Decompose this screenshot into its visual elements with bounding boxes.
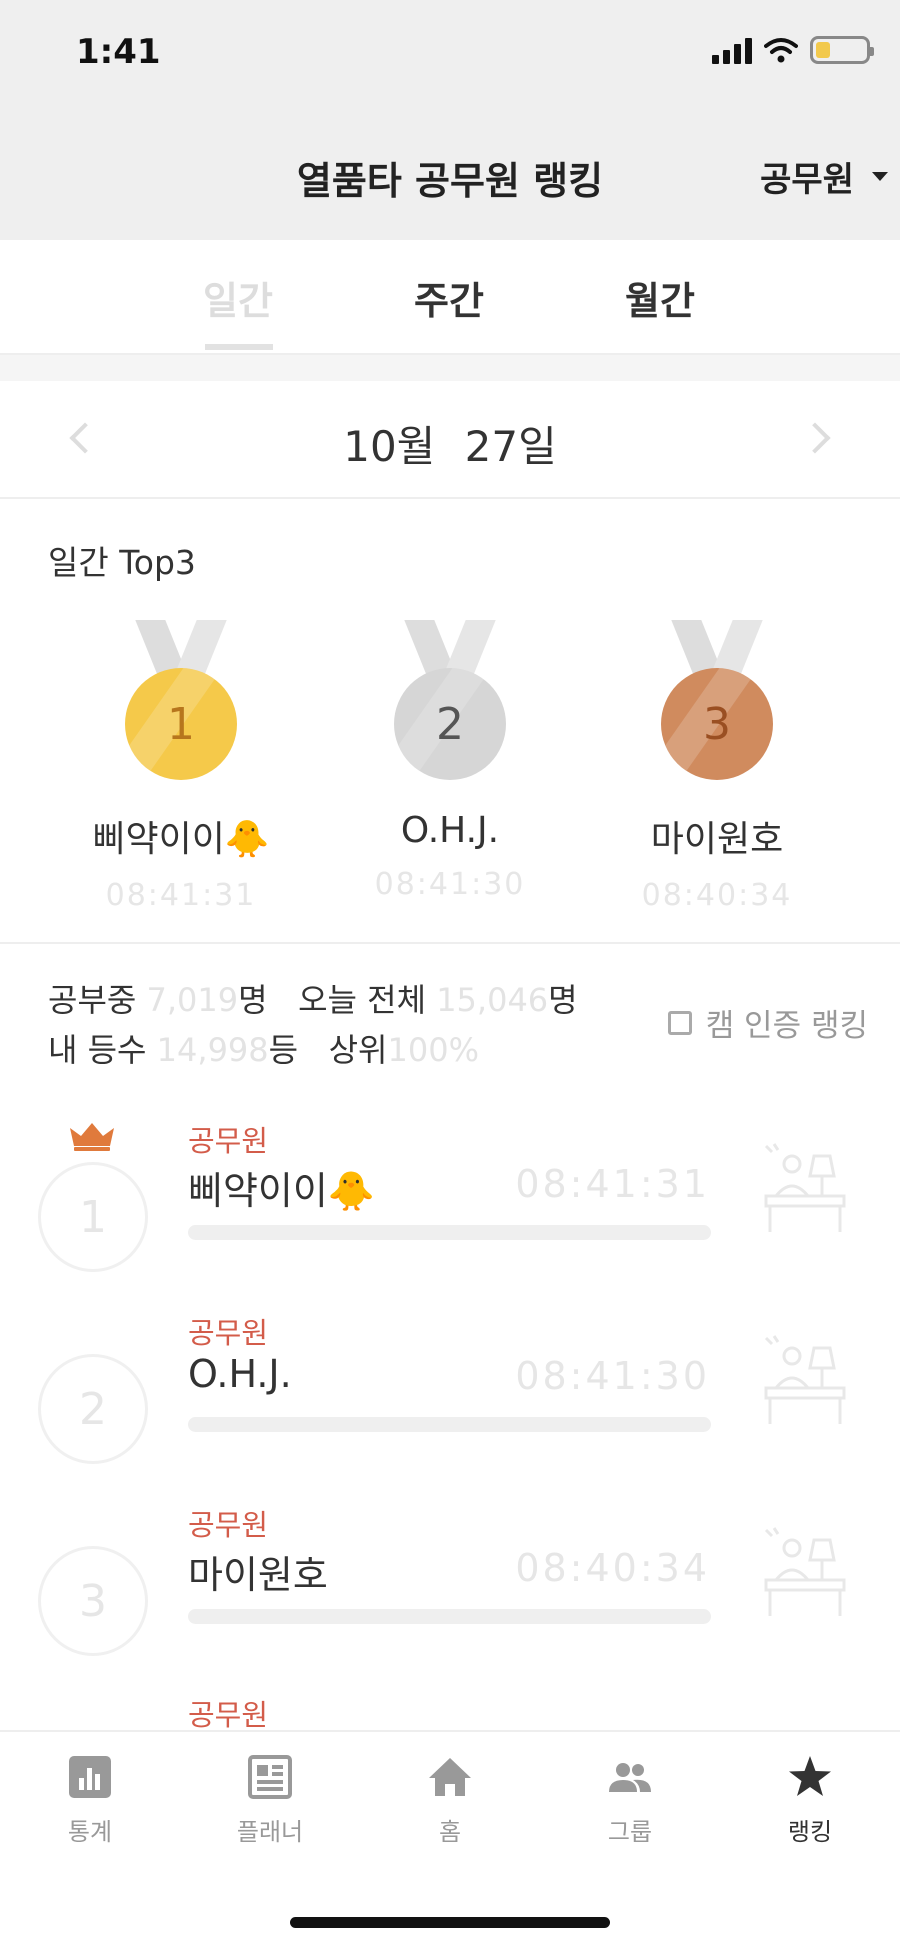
rank-category: 공무원: [188, 1124, 269, 1158]
rank-progress-bar: [188, 1225, 711, 1240]
nav-group-label: 그룹: [607, 1818, 653, 1846]
top3-name: 삐약이이🐥: [92, 819, 270, 860]
rank-number: 1: [38, 1162, 148, 1272]
ranking-row[interactable]: 1 공무원 삐약이이🐥 08:41:31: [0, 1104, 900, 1294]
divider: [0, 942, 900, 944]
rank-progress-bar: [188, 1609, 711, 1624]
top3-time: 08:41:30: [374, 867, 526, 902]
ranking-row[interactable]: 3 공무원 마이원호 08:40:34: [0, 1488, 900, 1678]
star-icon: [789, 1756, 831, 1796]
ranking-stats: 공부중 7,019명 오늘 전체 15,046명 내 등수 14,998등 상위…: [48, 975, 578, 1075]
cam-ranking-label: 캠 인증 랭킹: [705, 1008, 868, 1044]
silver-medal-icon: 2: [394, 668, 506, 780]
studying-desk-icon: [764, 1527, 846, 1616]
nav-ranking-label: 랭킹: [787, 1818, 833, 1846]
cellular-signal-icon: [712, 36, 752, 64]
top3-time: 08:41:31: [105, 878, 257, 913]
rank-number: 2: [38, 1354, 148, 1464]
current-date: 10월 27일: [343, 422, 557, 471]
nav-home-label: 홈: [438, 1818, 462, 1846]
medal-ribbon: [143, 620, 219, 670]
top3-third[interactable]: 3 마이원호 08:40:34: [582, 620, 852, 913]
crown-icon: [70, 1123, 114, 1151]
group-icon: [609, 1763, 651, 1792]
top-percent: 100%: [387, 1031, 479, 1069]
rank-study-time: 08:41:31: [515, 1162, 710, 1206]
rank-category: 공무원: [188, 1316, 269, 1350]
rank-number: 3: [38, 1546, 148, 1656]
planner-icon: [248, 1755, 292, 1799]
nav-stats[interactable]: 통계: [30, 1754, 150, 1847]
top3-name: 마이원호: [650, 819, 784, 860]
home-icon: [429, 1758, 471, 1796]
ranking-row[interactable]: 2 공무원 O.H.J. 08:41:30: [0, 1296, 900, 1486]
tab-weekly[interactable]: 주간: [389, 270, 509, 325]
nav-group[interactable]: 그룹: [570, 1754, 690, 1847]
nav-stats-label: 통계: [67, 1818, 113, 1846]
medal-ribbon: [679, 620, 755, 670]
stats-icon: [69, 1756, 111, 1798]
studying-desk-icon: [764, 1143, 846, 1232]
studying-count: 7,019: [146, 981, 239, 1019]
battery-icon: [810, 36, 874, 64]
nav-home[interactable]: 홈: [390, 1754, 510, 1847]
ranking-row[interactable]: 4 공무원: [0, 1678, 900, 1730]
date-navigator: 10월 27일: [0, 381, 900, 499]
section-gap: [0, 355, 900, 381]
nav-planner[interactable]: 플래너: [210, 1754, 330, 1847]
top3-first[interactable]: 1 삐약이이🐥 08:41:31: [46, 620, 316, 913]
status-icons: [712, 36, 874, 64]
cam-ranking-checkbox[interactable]: [667, 1010, 692, 1035]
tab-monthly[interactable]: 월간: [600, 270, 720, 325]
nav-planner-label: 플래너: [236, 1818, 304, 1846]
category-dropdown[interactable]: 공무원: [760, 152, 888, 201]
bronze-medal-icon: 3: [661, 668, 773, 780]
rank-user-name: O.H.J.: [188, 1352, 292, 1396]
cam-ranking-toggle[interactable]: 캠 인증 랭킹: [667, 1000, 868, 1045]
rank-study-time: 08:40:34: [515, 1546, 710, 1590]
stats-line-1: 공부중 7,019명 오늘 전체 15,046명: [48, 981, 578, 1019]
status-bar: 1:41: [0, 0, 900, 110]
rank-progress-bar: [188, 1417, 711, 1432]
category-dropdown-label: 공무원: [760, 160, 854, 200]
top3-name: O.H.J.: [400, 810, 500, 851]
title-bar: 열품타 공무원 랭킹 공무원: [0, 110, 900, 240]
rank-user-name: 삐약이이🐥: [188, 1169, 376, 1213]
chevron-down-icon: [872, 172, 888, 181]
rank-user-name: 마이원호: [188, 1553, 328, 1597]
home-indicator: [290, 1917, 610, 1928]
top3-title: 일간 Top3: [48, 543, 196, 582]
stats-line-2: 내 등수 14,998등 상위100%: [48, 1031, 479, 1069]
today-total-count: 15,046: [436, 981, 549, 1019]
wifi-icon: [764, 38, 798, 63]
status-time: 1:41: [76, 32, 161, 72]
period-tabs: 일간 주간 월간: [0, 240, 900, 355]
rank-category: 공무원: [188, 1698, 269, 1730]
active-tab-indicator: [205, 344, 273, 350]
nav-ranking[interactable]: 랭킹: [750, 1754, 870, 1847]
studying-desk-icon: [764, 1335, 846, 1424]
tab-daily[interactable]: 일간: [178, 270, 298, 325]
rank-category: 공무원: [188, 1508, 269, 1542]
medal-ribbon: [412, 620, 488, 670]
top3-time: 08:40:34: [641, 878, 793, 913]
my-rank: 14,998: [156, 1031, 269, 1069]
gold-medal-icon: 1: [125, 668, 237, 780]
rank-study-time: 08:41:30: [515, 1354, 710, 1398]
top3-second[interactable]: 2 O.H.J. 08:41:30: [315, 620, 585, 902]
